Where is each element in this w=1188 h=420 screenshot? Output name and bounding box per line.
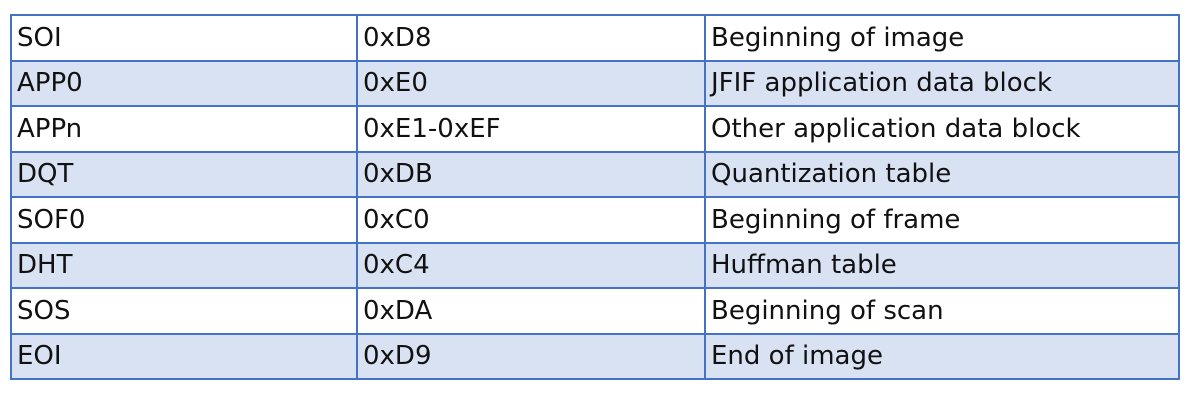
code-cell: 0xC4 (356, 241, 706, 289)
description-cell: Quantization table (704, 150, 1180, 198)
table-body: SOI 0xD8 Beginning of image APP0 0xE0 JFIF ap… (10, 14, 1180, 380)
table-row: APP0 0xE0 JFIF application data block (10, 59, 1180, 107)
table-row: DHT 0xC4 Huffman table (10, 241, 1180, 289)
code-cell: 0xC0 (356, 196, 706, 244)
description-cell: JFIF application data block (704, 59, 1180, 107)
marker-cell: EOI (10, 332, 358, 380)
marker-cell: DQT (10, 150, 358, 198)
table-row: SOS 0xDA Beginning of scan (10, 287, 1180, 335)
code-cell: 0xD9 (356, 332, 706, 380)
marker-cell: APPn (10, 105, 358, 153)
marker-cell: DHT (10, 241, 358, 289)
marker-cell: APP0 (10, 59, 358, 107)
code-cell: 0xD8 (356, 14, 706, 62)
jpeg-markers-table: SOI 0xD8 Beginning of image APP0 0xE0 JFIF ap… (10, 14, 1180, 380)
description-cell: Beginning of frame (704, 196, 1180, 244)
description-cell: Huffman table (704, 241, 1180, 289)
description-cell: Beginning of image (704, 14, 1180, 62)
table-row: EOI 0xD9 End of image (10, 332, 1180, 380)
code-cell: 0xE1-0xEF (356, 105, 706, 153)
description-cell: End of image (704, 332, 1180, 380)
description-cell: Beginning of scan (704, 287, 1180, 335)
table-row: SOF0 0xC0 Beginning of frame (10, 196, 1180, 244)
marker-cell: SOS (10, 287, 358, 335)
code-cell: 0xE0 (356, 59, 706, 107)
description-cell: Other application data block (704, 105, 1180, 153)
code-cell: 0xDA (356, 287, 706, 335)
code-cell: 0xDB (356, 150, 706, 198)
table-row: DQT 0xDB Quantization table (10, 150, 1180, 198)
marker-cell: SOI (10, 14, 358, 62)
table-row: APPn 0xE1-0xEF Other application data bloc… (10, 105, 1180, 153)
marker-cell: SOF0 (10, 196, 358, 244)
table-row: SOI 0xD8 Beginning of image (10, 14, 1180, 62)
